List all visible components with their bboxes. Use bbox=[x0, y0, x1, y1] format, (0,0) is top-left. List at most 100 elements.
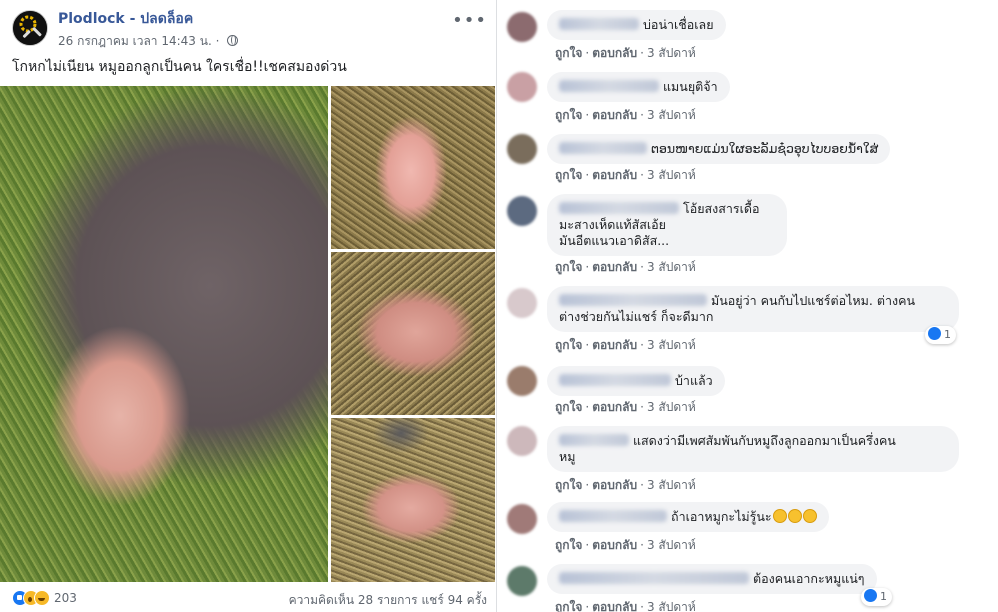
comment-actions: ถูกใจ · ตอบกลับ · 3 สัปดาห์ bbox=[555, 260, 696, 274]
like-link[interactable]: ถูกใจ bbox=[555, 600, 582, 612]
comment-actions: ถูกใจ · ตอบกลับ · 3 สัปดาห์ bbox=[555, 400, 696, 414]
comment-bubble: บ่อน่าเชื่อเลย bbox=[547, 10, 726, 40]
comment-bubble: แสดงว่ามีเพศสัมพันกับหมูถึงลูกออกมาเป็นค… bbox=[547, 426, 959, 472]
reaction-count: 203 bbox=[54, 591, 77, 605]
comment-text: โอ้ยสงสารเดื้อ bbox=[683, 201, 760, 216]
like-link[interactable]: ถูกใจ bbox=[555, 260, 582, 274]
comment-time[interactable]: 3 สัปดาห์ bbox=[647, 46, 696, 60]
engagement-counts: ความคิดเห็น 28 รายการ แชร์ 94 ครั้ง bbox=[289, 591, 487, 610]
comment-actions: ถูกใจ · ตอบกลับ · 3 สัปดาห์ bbox=[555, 168, 696, 182]
commenter-name-redacted[interactable] bbox=[559, 294, 707, 306]
comment-item: แสดงว่ามีเพศสัมพันกับหมูถึงลูกออกมาเป็นค… bbox=[507, 420, 987, 496]
comment-text: ຕອນໜາຍແມ່ນໃຜອະລັມຊ໋ວອຸບໄບບອຍນ້ຳໃສ່ bbox=[651, 141, 879, 156]
like-link[interactable]: ถูกใจ bbox=[555, 108, 582, 122]
comment-item: ต้องคนเอากะหมูแน่ๆ 1 ถูกใจ · ตอบกลับ · 3 สัป… bbox=[507, 560, 987, 612]
comment-time[interactable]: 3 สัปดาห์ bbox=[647, 338, 696, 352]
comment-actions: ถูกใจ · ตอบกลับ · 3 สัปดาห์ bbox=[555, 46, 696, 60]
reactions-summary[interactable]: 203 bbox=[12, 590, 77, 608]
like-link[interactable]: ถูกใจ bbox=[555, 478, 582, 492]
commenter-name-redacted[interactable] bbox=[559, 80, 659, 92]
comment-bubble: ถ้าเอาหมูกะไม่รู้นะ bbox=[547, 502, 829, 532]
comment-text: ถ้าเอาหมูกะไม่รู้นะ bbox=[671, 509, 772, 524]
reply-link[interactable]: ตอบกลับ bbox=[592, 108, 637, 122]
commenter-name-redacted[interactable] bbox=[559, 434, 629, 446]
comment-actions: ถูกใจ · ตอบกลับ · 3 สัปดาห์ bbox=[555, 538, 696, 552]
photo-main[interactable] bbox=[0, 86, 328, 582]
comment-text: หมู bbox=[559, 449, 576, 464]
reply-link[interactable]: ตอบกลับ bbox=[592, 538, 637, 552]
haha-reaction-icon bbox=[34, 590, 50, 606]
globe-icon[interactable] bbox=[227, 35, 239, 46]
comment-bubble: ต้องคนเอากะหมูแน่ๆ bbox=[547, 564, 877, 594]
avatar[interactable] bbox=[507, 196, 537, 226]
comment-item: บ่อน่าเชื่อเลย ถูกใจ · ตอบกลับ · 3 สัปดาห์ bbox=[507, 6, 987, 64]
post-timestamp[interactable]: 26 กรกฎาคม เวลา 14:43 น. bbox=[58, 34, 212, 48]
avatar[interactable] bbox=[507, 72, 537, 102]
commenter-name-redacted[interactable] bbox=[559, 374, 671, 386]
comment-bubble: มันอยู่ว่า คนกับไปแชร์ต่อไหม. ต่างคน ต่า… bbox=[547, 286, 959, 332]
comment-text: บ้าแล้ว bbox=[675, 373, 713, 388]
like-link[interactable]: ถูกใจ bbox=[555, 46, 582, 60]
reply-link[interactable]: ตอบกลับ bbox=[592, 478, 637, 492]
comment-bubble: ຕອນໜາຍແມ່ນໃຜອະລັມຊ໋ວອຸບໄບບອຍນ້ຳໃສ່ bbox=[547, 134, 891, 164]
avatar[interactable] bbox=[507, 134, 537, 164]
more-options-icon[interactable]: ••• bbox=[452, 10, 487, 31]
grinning-sweat-emoji-icon bbox=[772, 509, 787, 523]
comment-time[interactable]: 3 สัปดาห์ bbox=[647, 538, 696, 552]
comment-actions: ถูกใจ · ตอบกลับ · 3 สัปดาห์ bbox=[555, 600, 696, 612]
comment-text: มันอยู่ว่า คนกับไปแชร์ต่อไหม. ต่างคน bbox=[711, 293, 915, 308]
comment-item: บ้าแล้ว ถูกใจ · ตอบกลับ · 3 สัปดาห์ bbox=[507, 360, 987, 418]
comment-count-link[interactable]: ความคิดเห็น 28 รายการ bbox=[289, 593, 418, 607]
avatar[interactable] bbox=[507, 12, 537, 42]
photo-thumbnail[interactable] bbox=[331, 252, 495, 415]
like-link[interactable]: ถูกใจ bbox=[555, 168, 582, 182]
comment-text: ต่างช่วยกันไม่แชร์ ก็จะดีมาก bbox=[559, 309, 714, 324]
comment-time[interactable]: 3 สัปดาห์ bbox=[647, 478, 696, 492]
comment-time[interactable]: 3 สัปดาห์ bbox=[647, 600, 696, 612]
comment-bubble: บ้าแล้ว bbox=[547, 366, 725, 396]
comment-time[interactable]: 3 สัปดาห์ bbox=[647, 400, 696, 414]
reply-link[interactable]: ตอบกลับ bbox=[592, 400, 637, 414]
avatar[interactable] bbox=[507, 566, 537, 596]
reply-link[interactable]: ตอบกลับ bbox=[592, 46, 637, 60]
post-meta: 26 กรกฎาคม เวลา 14:43 น. · bbox=[58, 32, 239, 51]
comment-like-count[interactable]: 1 bbox=[925, 326, 956, 344]
avatar[interactable] bbox=[507, 366, 537, 396]
commenter-name-redacted[interactable] bbox=[559, 572, 749, 584]
comment-actions: ถูกใจ · ตอบกลับ · 3 สัปดาห์ bbox=[555, 478, 696, 492]
comment-like-number: 1 bbox=[880, 590, 887, 603]
reply-link[interactable]: ตอบกลับ bbox=[592, 338, 637, 352]
like-link[interactable]: ถูกใจ bbox=[555, 400, 582, 414]
comment-like-count[interactable]: 1 bbox=[861, 588, 892, 606]
photo-grid bbox=[0, 86, 495, 582]
comment-actions: ถูกใจ · ตอบกลับ · 3 สัปดาห์ bbox=[555, 338, 696, 352]
page-avatar[interactable] bbox=[12, 10, 48, 46]
like-icon bbox=[928, 327, 941, 340]
comment-item: มันอยู่ว่า คนกับไปแชร์ต่อไหม. ต่างคน ต่า… bbox=[507, 282, 987, 356]
like-link[interactable]: ถูกใจ bbox=[555, 538, 582, 552]
photo-thumbnail[interactable] bbox=[331, 418, 495, 582]
page-name-link[interactable]: Plodlock - ปลดล็อค bbox=[58, 8, 193, 30]
avatar[interactable] bbox=[507, 426, 537, 456]
reply-link[interactable]: ตอบกลับ bbox=[592, 600, 637, 612]
post-header: Plodlock - ปลดล็อค 26 กรกฎาคม เวลา 14:43… bbox=[12, 6, 487, 50]
avatar[interactable] bbox=[507, 288, 537, 318]
comment-text: แสดงว่ามีเพศสัมพันกับหมูถึงลูกออกมาเป็นค… bbox=[633, 433, 896, 448]
like-link[interactable]: ถูกใจ bbox=[555, 338, 582, 352]
photo-thumbnail[interactable] bbox=[331, 86, 495, 249]
commenter-name-redacted[interactable] bbox=[559, 18, 639, 30]
reply-link[interactable]: ตอบกลับ bbox=[592, 260, 637, 274]
comment-bubble: โอ้ยสงสารเดื้อ มะสางเห็ดแท้สัสเอ้ย มันอี… bbox=[547, 194, 787, 256]
commenter-name-redacted[interactable] bbox=[559, 202, 679, 214]
comment-time[interactable]: 3 สัปดาห์ bbox=[647, 260, 696, 274]
logo-icon bbox=[13, 11, 47, 45]
comment-text: แมนยุติจ้า bbox=[663, 79, 718, 94]
avatar[interactable] bbox=[507, 504, 537, 534]
comment-time[interactable]: 3 สัปดาห์ bbox=[647, 168, 696, 182]
commenter-name-redacted[interactable] bbox=[559, 510, 667, 522]
comment-time[interactable]: 3 สัปดาห์ bbox=[647, 108, 696, 122]
like-icon bbox=[864, 589, 877, 602]
reply-link[interactable]: ตอบกลับ bbox=[592, 168, 637, 182]
share-count-link[interactable]: แชร์ 94 ครั้ง bbox=[421, 593, 487, 607]
commenter-name-redacted[interactable] bbox=[559, 142, 647, 154]
